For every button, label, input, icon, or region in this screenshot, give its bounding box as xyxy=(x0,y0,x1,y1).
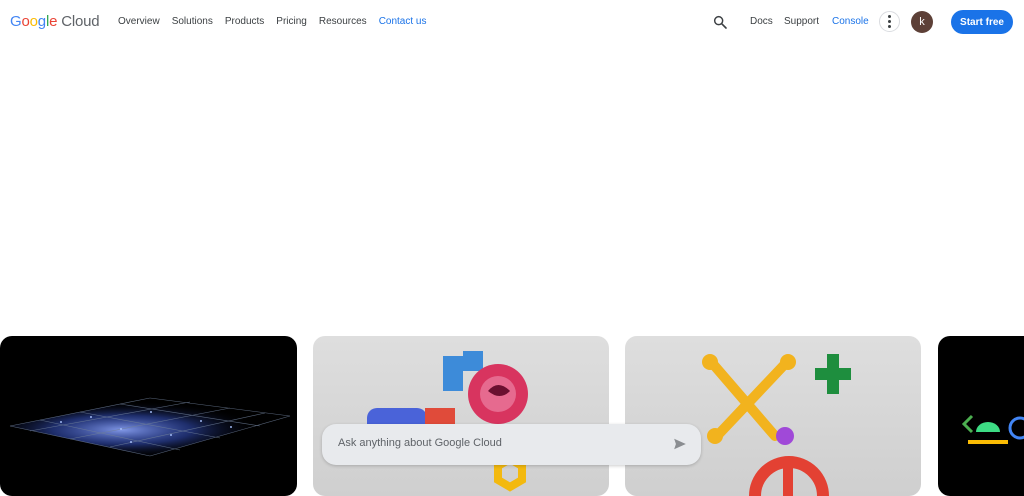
more-vert-icon xyxy=(888,14,891,29)
start-free-button[interactable]: Start free xyxy=(951,10,1013,34)
avatar[interactable]: k xyxy=(911,11,933,33)
search-icon[interactable] xyxy=(712,14,728,30)
chip-grid-graphic xyxy=(9,397,291,457)
nav-contact-us[interactable]: Contact us xyxy=(379,16,427,27)
gemini-shapes-graphic xyxy=(367,351,528,492)
nav-pricing[interactable]: Pricing xyxy=(276,16,307,27)
nav-solutions[interactable]: Solutions xyxy=(172,16,213,27)
nav-products[interactable]: Products xyxy=(225,16,264,27)
send-icon[interactable] xyxy=(673,437,687,451)
android-code-graphic xyxy=(961,414,1024,444)
feature-card-4[interactable] xyxy=(938,336,1024,496)
nav-overview[interactable]: Overview xyxy=(118,16,160,27)
connector-shapes-graphic xyxy=(702,354,851,496)
feature-card-1[interactable] xyxy=(0,336,297,496)
google-cloud-logo[interactable]: Google Cloud xyxy=(10,13,100,30)
more-options-button[interactable] xyxy=(879,11,900,32)
docs-link[interactable]: Docs xyxy=(750,16,773,27)
console-link[interactable]: Console xyxy=(832,16,869,27)
feature-card-2[interactable] xyxy=(313,336,609,496)
top-header: Google Cloud Overview Solutions Products… xyxy=(0,0,1024,44)
support-link[interactable]: Support xyxy=(784,16,819,27)
feature-card-3[interactable] xyxy=(625,336,921,496)
main-nav: Overview Solutions Products Pricing Reso… xyxy=(118,16,439,27)
ask-input-placeholder[interactable]: Ask anything about Google Cloud xyxy=(338,437,502,449)
ask-google-cloud-bar[interactable]: Ask anything about Google Cloud xyxy=(322,424,701,465)
nav-resources[interactable]: Resources xyxy=(319,16,367,27)
